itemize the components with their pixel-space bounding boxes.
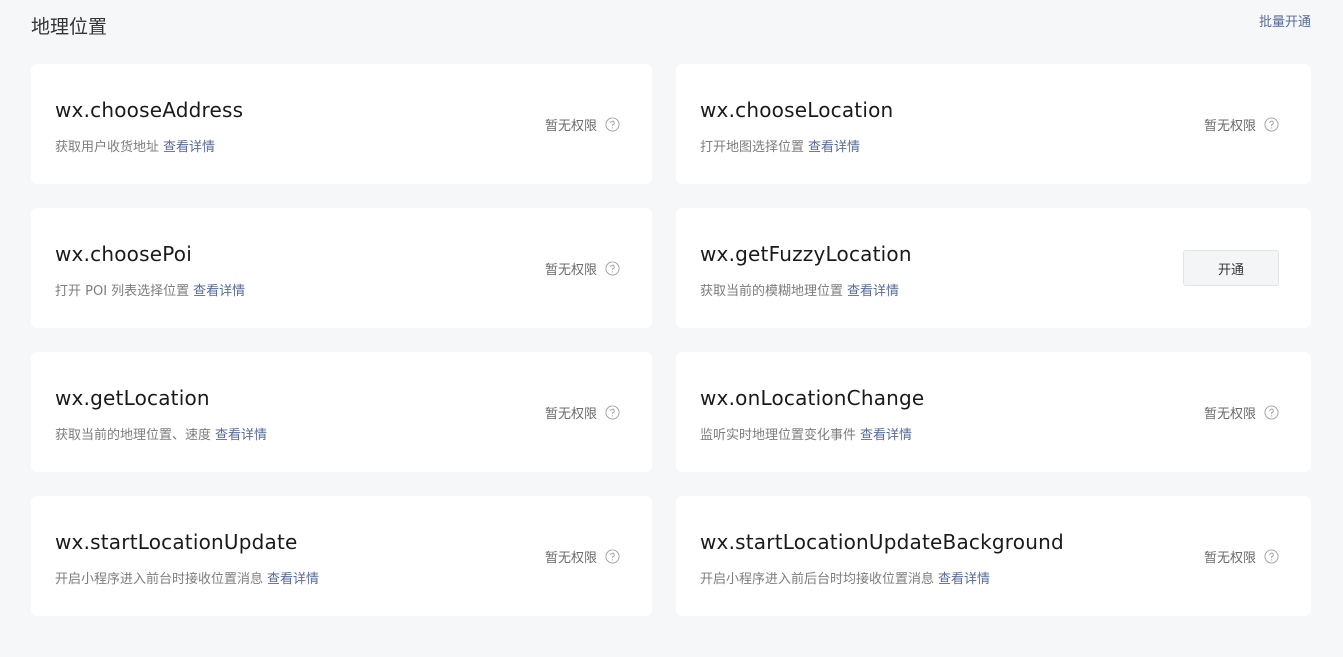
api-description: 获取用户收货地址 查看详情 [55,136,215,155]
batch-open-link[interactable]: 批量开通 [1259,11,1311,30]
no-permission-label: 暂无权限 [544,407,597,422]
permission-status: 暂无权限 [545,115,620,134]
question-circle-icon[interactable] [1264,117,1279,132]
api-name: wx.onLocationChange [700,386,925,410]
api-description: 获取当前的地理位置、速度 查看详情 [55,424,267,443]
api-description-text: 打开 POI 列表选择位置 [55,284,190,299]
api-name: wx.chooseLocation [700,98,894,122]
api-description: 获取当前的模糊地理位置 查看详情 [700,280,899,299]
permission-status: 暂无权限 [1204,547,1279,566]
view-details-link[interactable]: 查看详情 [860,428,912,443]
no-permission-label: 暂无权限 [1203,119,1256,134]
open-button[interactable]: 开通 [1183,250,1279,286]
permission-status: 暂无权限 [1204,115,1279,134]
api-description: 打开 POI 列表选择位置 查看详情 [55,280,245,299]
view-details-link[interactable]: 查看详情 [163,140,215,155]
api-description: 打开地图选择位置 查看详情 [700,136,860,155]
api-description-text: 开启小程序进入前台时接收位置消息 [55,572,264,587]
permission-status: 暂无权限 [545,547,620,566]
view-details-link[interactable]: 查看详情 [847,284,899,299]
permission-status: 暂无权限 [545,259,620,278]
api-description-text: 开启小程序进入前后台时均接收位置消息 [700,572,935,587]
api-name: wx.startLocationUpdate [55,530,298,554]
api-card: wx.getLocation 获取当前的地理位置、速度 查看详情 暂无权限 [31,352,652,472]
view-details-link[interactable]: 查看详情 [938,572,990,587]
api-description-text: 获取当前的地理位置、速度 [55,428,212,443]
view-details-link[interactable]: 查看详情 [193,284,245,299]
api-card: wx.chooseLocation 打开地图选择位置 查看详情 暂无权限 [676,64,1311,184]
api-description-text: 获取当前的模糊地理位置 [700,284,844,299]
api-description-text: 监听实时地理位置变化事件 [700,428,857,443]
no-permission-label: 暂无权限 [544,119,597,134]
view-details-link[interactable]: 查看详情 [808,140,860,155]
api-card: wx.startLocationUpdate 开启小程序进入前台时接收位置消息查… [31,496,652,616]
view-details-link[interactable]: 查看详情 [215,428,267,443]
api-name: wx.getFuzzyLocation [700,242,912,266]
api-card: wx.chooseAddress 获取用户收货地址 查看详情 暂无权限 [31,64,652,184]
view-details-link[interactable]: 查看详情 [267,572,319,587]
question-circle-icon[interactable] [1264,549,1279,564]
no-permission-label: 暂无权限 [1203,551,1256,566]
api-card: wx.startLocationUpdateBackground 开启小程序进入… [676,496,1311,616]
api-description-text: 获取用户收货地址 [55,140,160,155]
no-permission-label: 暂无权限 [544,263,597,278]
no-permission-label: 暂无权限 [1203,407,1256,422]
question-circle-icon[interactable] [605,549,620,564]
question-circle-icon[interactable] [605,405,620,420]
api-description: 开启小程序进入前台时接收位置消息 查看详情 [55,568,319,587]
api-name: wx.choosePoi [55,242,192,266]
api-name: wx.startLocationUpdateBackground [700,530,1064,554]
permission-status: 暂无权限 [545,403,620,422]
api-name: wx.chooseAddress [55,98,244,122]
permission-status: 暂无权限 [1204,403,1279,422]
api-card: wx.choosePoi 打开 POI 列表选择位置 查看详情 暂无权限 [31,208,652,328]
question-circle-icon[interactable] [1264,405,1279,420]
question-circle-icon[interactable] [605,261,620,276]
section-title: 地理位置 [31,16,108,38]
no-permission-label: 暂无权限 [544,551,597,566]
question-circle-icon[interactable] [605,117,620,132]
api-card: wx.getFuzzyLocation 获取当前的模糊地理位置 查看详情 开通 [676,208,1311,328]
api-name: wx.getLocation [55,386,210,410]
api-description: 监听实时地理位置变化事件 查看详情 [700,424,912,443]
api-description: 开启小程序进入前后台时均接收位置消息 查看详情 [700,568,990,587]
api-description-text: 打开地图选择位置 [700,140,805,155]
api-card: wx.onLocationChange 监听实时地理位置变化事件 查看详情 暂无权… [676,352,1311,472]
api-card-grid: wx.chooseAddress 获取用户收货地址 查看详情 暂无权限 wx.ch… [31,64,1311,616]
